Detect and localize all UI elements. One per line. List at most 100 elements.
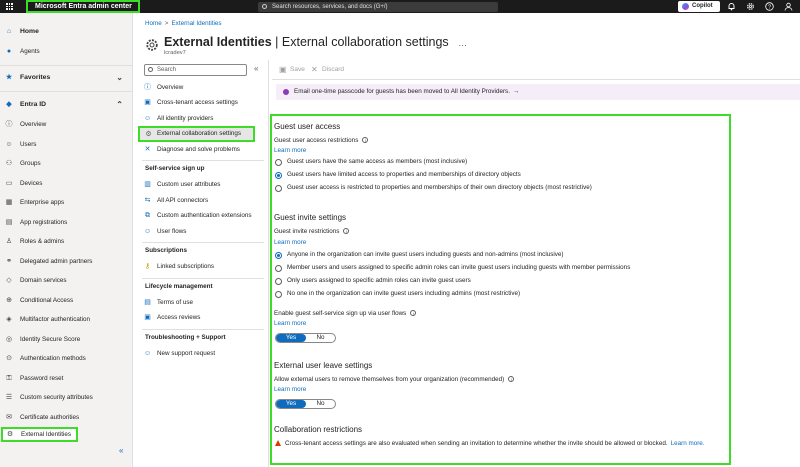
menu-item-label: Cross-tenant access settings <box>157 99 238 106</box>
collapse-nav-icon[interactable]: « <box>119 446 123 455</box>
nav-entra-id[interactable]: ◆ Entra ID ⌃ <box>0 97 132 113</box>
radio-invite-members-and-admins[interactable]: Member users and users assigned to speci… <box>275 263 630 273</box>
allow-leave-toggle[interactable]: Yes No <box>275 399 336 409</box>
banner-arrow-link[interactable]: → <box>513 88 519 95</box>
sidebar-item-password-reset[interactable]: ⚿ Password reset <box>0 371 132 387</box>
nav-favorites[interactable]: ★ Favorites ⌄ <box>0 70 132 86</box>
radio-invite-admins-only[interactable]: Only users assigned to specific admin ro… <box>275 276 471 286</box>
radio-button-selected[interactable] <box>275 171 282 179</box>
info-icon[interactable]: i <box>362 137 369 144</box>
sidebar-item-label: Certificate authorities <box>20 414 80 421</box>
nav-home[interactable]: ⌂ Home <box>0 24 132 40</box>
menu-item-custom-user-attributes[interactable]: ▥ Custom user attributes <box>144 177 264 192</box>
breadcrumb-home[interactable]: Home <box>145 20 162 27</box>
more-options-icon[interactable]: … <box>458 38 467 48</box>
radio-invite-anyone[interactable]: Anyone in the organization can invite gu… <box>275 250 564 260</box>
menu-item-cross-tenant-access[interactable]: ▣ Cross-tenant access settings <box>144 95 264 110</box>
key-icon: ⚷ <box>144 263 151 270</box>
sidebar-item-devices[interactable]: ▭ Devices <box>0 176 132 192</box>
toggle-yes[interactable]: Yes <box>276 400 306 408</box>
sidebar-item-secure-score[interactable]: ◎ Identity Secure Score <box>0 332 132 348</box>
sidebar-item-label: Domain services <box>20 277 67 284</box>
toggle-no[interactable]: No <box>306 334 335 342</box>
menu-item-new-support-request[interactable]: ☺ New support request <box>144 346 264 361</box>
sidebar-item-auth-methods[interactable]: ⊙ Authentication methods <box>0 351 132 367</box>
radio-invite-no-one[interactable]: No one in the organization can invite gu… <box>275 289 520 299</box>
blade-search-input[interactable]: Search <box>144 64 247 76</box>
sidebar-item-enterprise-apps[interactable]: ▦ Enterprise apps <box>0 195 132 211</box>
gear-icon: ⚙ <box>145 131 152 138</box>
sidebar-item-certificate-authorities[interactable]: ✉ Certificate authorities <box>0 410 132 426</box>
menu-item-diagnose[interactable]: ✕ Diagnose and solve problems <box>144 142 264 157</box>
user-flows-icon: ☺ <box>144 228 152 235</box>
radio-guest-access-same-as-members[interactable]: Guest users have the same access as memb… <box>275 157 467 167</box>
global-search-input[interactable]: Search resources, services, and docs (G+… <box>258 2 498 12</box>
nav-home-label: Home <box>20 28 39 35</box>
collapse-menu-icon[interactable]: « <box>254 64 258 73</box>
sidebar-item-delegated-admin[interactable]: ⚭ Delegated admin partners <box>0 254 132 270</box>
learn-more-link[interactable]: Learn more <box>274 239 306 246</box>
sidebar-item-users[interactable]: ☺ Users <box>0 137 132 153</box>
sidebar-item-custom-security-attributes[interactable]: ☰ Custom security attributes <box>0 390 132 406</box>
menu-item-label: External collaboration settings <box>157 130 242 137</box>
info-icon[interactable]: i <box>343 228 350 235</box>
sidebar-item-conditional-access[interactable]: ⊕ Conditional Access <box>0 293 132 309</box>
menu-item-identity-providers[interactable]: ☺ All identity providers <box>144 111 264 126</box>
sidebar-item-app-registrations[interactable]: ▤ App registrations <box>0 215 132 231</box>
app-title[interactable]: Microsoft Entra admin center <box>26 0 140 13</box>
sidebar-item-domain-services[interactable]: ◇ Domain services <box>0 273 132 289</box>
info-banner: Email one-time passcode for guests has b… <box>276 84 800 100</box>
account-icon[interactable] <box>784 2 793 11</box>
toggle-yes[interactable]: Yes <box>276 334 306 342</box>
radio-guest-access-restricted[interactable]: Guest user access is restricted to prope… <box>275 183 592 193</box>
toggle-no[interactable]: No <box>306 400 335 408</box>
search-icon <box>148 67 153 72</box>
info-icon[interactable]: i <box>508 376 515 383</box>
breadcrumb-external-identities[interactable]: External Identities <box>171 20 221 27</box>
menu-item-api-connectors[interactable]: ⇆ All API connectors <box>144 193 264 208</box>
sidebar-item-external-identities[interactable]: ⚙ External Identities <box>1 427 78 442</box>
app-launcher-icon[interactable] <box>6 3 13 10</box>
chevron-down-icon[interactable]: ⌄ <box>116 70 123 86</box>
info-icon[interactable]: i <box>410 310 417 317</box>
radio-button[interactable] <box>275 290 282 298</box>
chevron-up-icon[interactable]: ⌃ <box>116 97 123 113</box>
discard-button[interactable]: ✕ Discard <box>311 64 344 76</box>
radio-label: No one in the organization can invite gu… <box>287 290 521 297</box>
learn-more-link[interactable]: Learn more <box>274 386 306 393</box>
save-button[interactable]: ▣ Save <box>279 64 305 76</box>
menu-item-linked-subscriptions[interactable]: ⚷ Linked subscriptions <box>144 259 264 274</box>
info-icon <box>283 89 289 95</box>
sidebar-item-overview[interactable]: ⓘ Overview <box>0 117 132 133</box>
sidebar-item-label: Enterprise apps <box>20 199 65 206</box>
menu-item-external-collaboration-settings[interactable]: ⚙ External collaboration settings <box>138 126 255 142</box>
section-collaboration-restrictions: Collaboration restrictions <box>274 425 363 434</box>
learn-more-link[interactable]: Learn more. <box>671 440 705 447</box>
menu-item-access-reviews[interactable]: ▣ Access reviews <box>144 310 264 325</box>
menu-item-custom-auth-extensions[interactable]: ⧉ Custom authentication extensions <box>144 208 264 223</box>
learn-more-link[interactable]: Learn more <box>274 147 306 154</box>
radio-button[interactable] <box>275 277 282 285</box>
menu-item-terms-of-use[interactable]: ▤ Terms of use <box>144 295 264 310</box>
radio-guest-access-limited[interactable]: Guest users have limited access to prope… <box>275 170 521 180</box>
radio-button[interactable] <box>275 264 282 272</box>
learn-more-link[interactable]: Learn more <box>274 320 306 327</box>
info-icon: ⓘ <box>5 121 13 128</box>
group-icon: ⚇ <box>5 160 13 167</box>
radio-button-selected[interactable] <box>275 251 282 259</box>
radio-label: Anyone in the organization can invite gu… <box>287 251 564 258</box>
notifications-bell-icon[interactable] <box>727 2 736 11</box>
sidebar-item-roles-admins[interactable]: ♙ Roles & admins <box>0 234 132 250</box>
self-service-signup-toggle[interactable]: Yes No <box>275 333 336 343</box>
settings-gear-icon[interactable] <box>746 2 755 11</box>
copilot-button[interactable]: Copilot <box>678 1 720 12</box>
radio-button[interactable] <box>275 184 282 192</box>
sidebar-item-mfa[interactable]: ◈ Multifactor authentication <box>0 312 132 328</box>
menu-item-user-flows[interactable]: ☺ User flows <box>144 224 264 239</box>
nav-agents[interactable]: ● Agents <box>0 44 132 60</box>
apps-icon: ▦ <box>5 199 13 206</box>
menu-item-overview[interactable]: ⓘ Overview <box>144 80 264 95</box>
sidebar-item-groups[interactable]: ⚇ Groups <box>0 156 132 172</box>
radio-button[interactable] <box>275 158 282 166</box>
help-icon[interactable]: ? <box>765 2 774 11</box>
